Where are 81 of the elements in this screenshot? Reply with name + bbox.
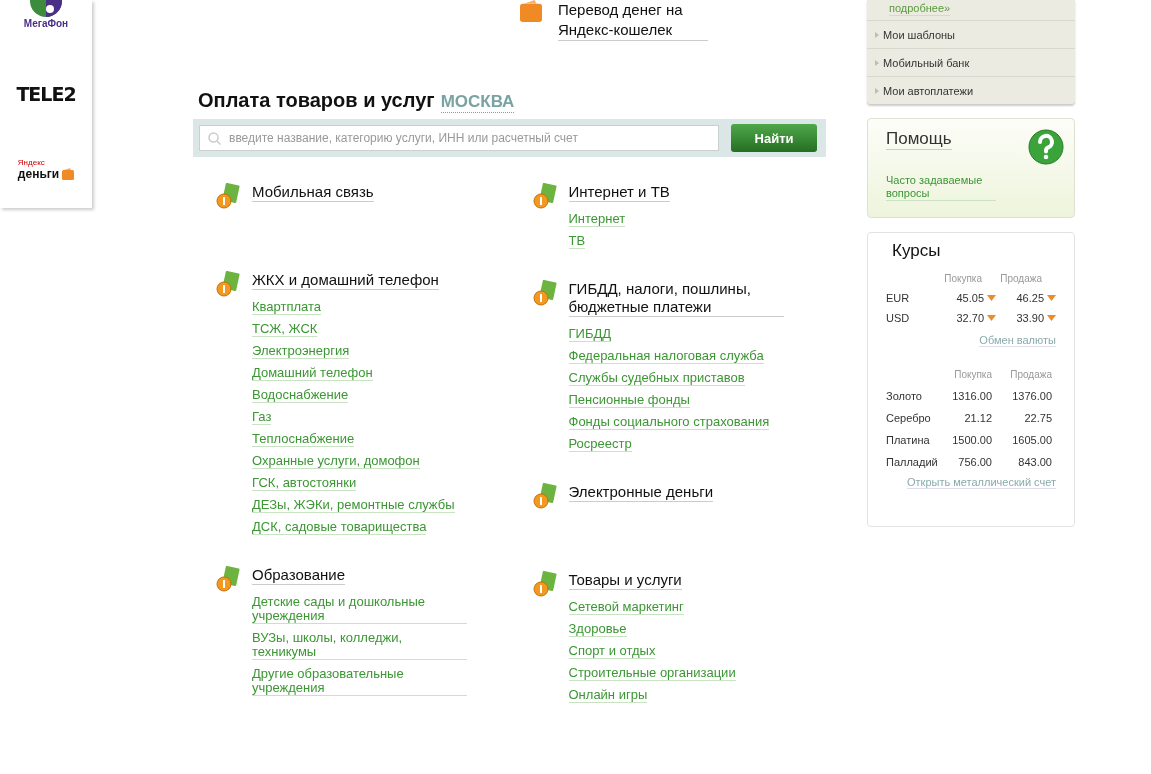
search-field[interactable]: введите название, категорию услуги, ИНН или расчетный счет [199,125,719,151]
triangle-icon [875,59,879,66]
currency-name: EUR [886,292,911,304]
service-link[interactable]: ТСЖ, ЖСК [252,322,318,337]
metal-name: Золото [886,390,923,402]
category-link[interactable]: ЖКХ и домашний телефон [252,271,439,290]
menu-item[interactable]: Мобильный банк [867,48,1075,76]
category-link[interactable]: Электронные деньги [568,483,714,502]
rate-value: 46.25 [1016,292,1044,304]
metal-name: Платина [886,434,931,446]
category-link[interactable]: Интернет и ТВ [568,183,670,202]
service-link[interactable]: Водоснабжение [252,388,349,403]
wallet-icon [62,167,75,180]
service-link[interactable]: Электроэнергия [252,344,350,359]
service-link[interactable]: ДСК, садовые товарищества [252,520,427,535]
page-title: Оплата товаров и услуг [198,89,435,112]
service-link[interactable]: Онлайн игры [568,688,648,703]
rate-value: 22.75 [1023,412,1053,424]
service-link[interactable]: Сетевой маркетинг [568,600,684,615]
category-link[interactable]: Образование [252,566,345,585]
rate-value: 21.12 [963,412,993,424]
metal-account-link[interactable]: Открыть металлический счет [907,476,1056,489]
triangle-icon [875,31,879,38]
service-link[interactable]: ДЕЗы, ЖЭКи, ремонтные службы [252,498,455,513]
search-button[interactable]: Найти [731,124,817,152]
exchange-link[interactable]: Обмен валюты [979,334,1056,347]
category-link[interactable]: Мобильная связь [252,183,374,202]
metal-name: Серебро [886,412,932,424]
column-header: Покупка [943,273,983,284]
rate-value: 1500.00 [951,434,993,446]
category-link[interactable]: Товары и услуги [568,571,682,590]
rate-value: 843.00 [1017,456,1053,468]
service-link[interactable]: Спорт и отдых [568,644,656,659]
menu-item[interactable]: Мои автоплатежи [867,76,1075,104]
rate-value: 1376.00 [1011,390,1053,402]
service-link[interactable]: Службы судебных приставов [568,371,745,386]
help-title[interactable]: Помощь [886,129,952,150]
category-link[interactable]: ГИБДД, налоги, пошлины, бюджетные платежи [568,280,784,317]
column-header: Покупка [953,369,993,380]
rates-title: Курсы [892,241,942,261]
operator-logo-text: деньги [17,166,60,181]
service-link[interactable]: Квартплата [252,300,322,315]
service-link[interactable]: Строительные организации [568,666,736,681]
service-link[interactable]: Домашний телефон [252,366,373,381]
transfer-link[interactable]: Перевод денег на Яндекс-кошелек [558,0,708,41]
triangle-icon [875,87,879,94]
menu-item[interactable]: Мои шаблоны [867,20,1075,48]
region-link[interactable]: МОСКВА [440,92,515,113]
service-link[interactable]: Фонды социального страхования [568,415,770,430]
service-link[interactable]: ГСК, автостоянки [252,476,357,491]
service-link[interactable]: Теплоснабжение [252,432,355,447]
operator-logo-text: TELE2 [16,83,76,105]
column-header: Продажа [999,273,1043,284]
rate-value: 33.90 [1016,312,1044,324]
service-link[interactable]: Росреестр [568,437,632,452]
question-icon [1028,129,1064,165]
more-link[interactable]: подробнее» [889,1,951,16]
rate-value: 1605.00 [1011,434,1053,446]
service-link[interactable]: Детские сады и дошкольные учреждения [252,595,467,624]
rate-value: 32.70 [956,312,984,324]
service-link[interactable]: ТВ [568,234,586,249]
column-header: Продажа [1009,369,1053,380]
service-link[interactable]: Интернет [568,212,626,227]
service-link[interactable]: Другие образовательные учреждения [252,667,467,696]
service-link[interactable]: Федеральная налоговая служба [568,349,764,364]
service-link[interactable]: Охранные услуги, домофон [252,454,420,469]
service-link[interactable]: Пенсионные фонды [568,393,690,408]
rate-value: 756.00 [957,456,993,468]
wallet-icon [520,0,542,22]
service-link[interactable]: Газ [252,410,272,425]
rate-value: 1316.00 [951,390,993,402]
rate-value: 45.05 [956,292,984,304]
currency-name: USD [886,312,911,324]
service-link[interactable]: ВУЗы, школы, колледжи, техникумы [252,631,467,660]
operator-logo-text: МегаФон [23,18,69,29]
faq-link[interactable]: Часто задаваемые вопросы [886,174,996,201]
service-link[interactable]: Здоровье [568,622,627,637]
metal-name: Палладий [886,456,939,468]
search-icon [208,131,221,145]
operator-logo-text: Яндекс [17,157,45,167]
service-link[interactable]: ГИБДД [568,327,612,342]
